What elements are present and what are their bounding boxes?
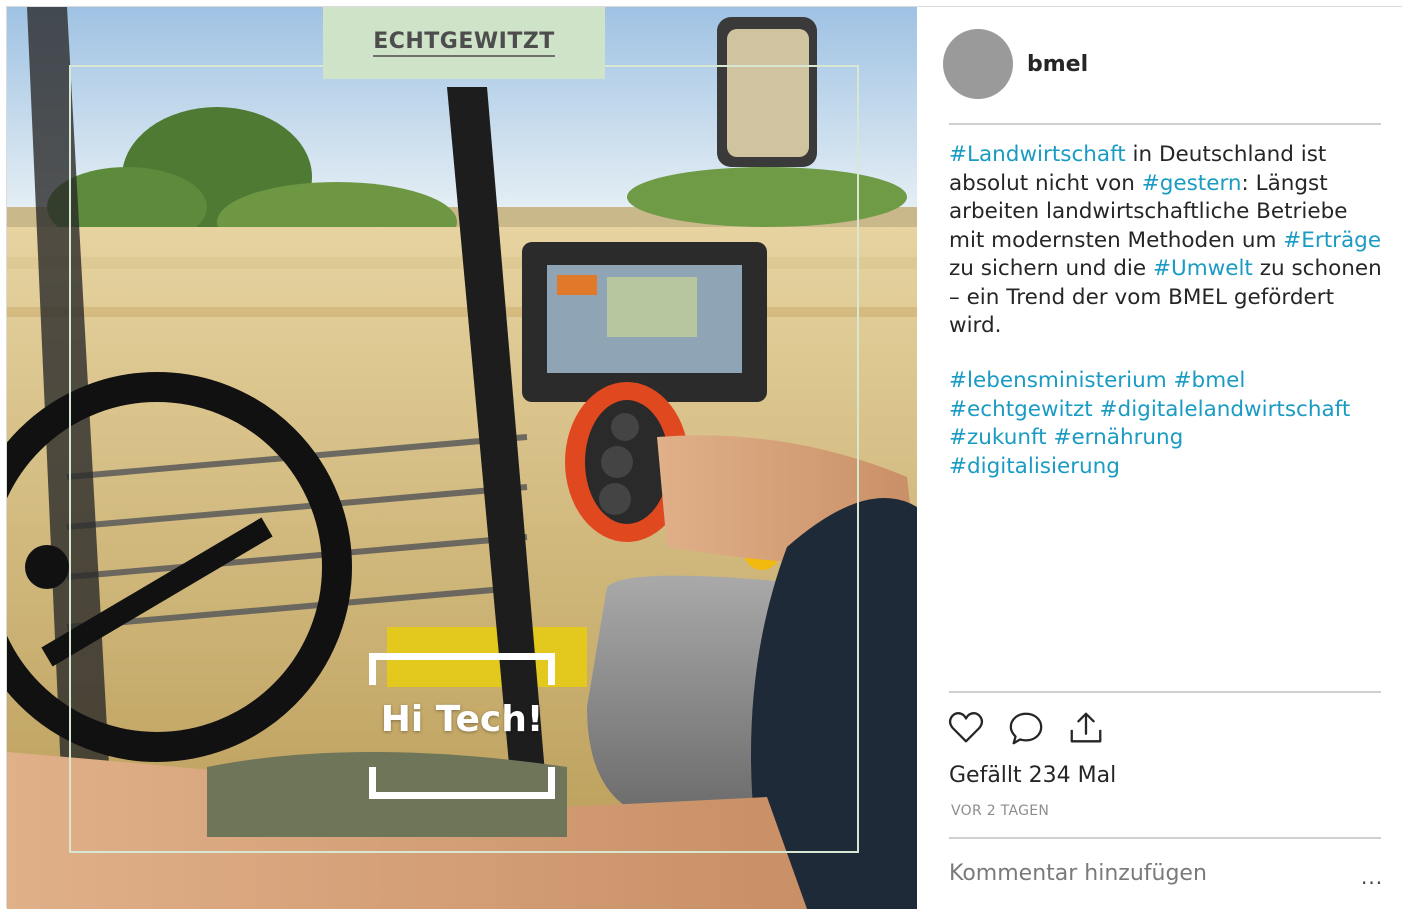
likes-count[interactable]: Gefällt 234 Mal (949, 763, 1116, 788)
brand-tab: ECHTGEWITZT (323, 7, 605, 79)
hashtag-link[interactable]: #ernährung (1053, 425, 1183, 450)
instagram-post: ECHTGEWITZT Hi Tech! bmel #Landwirtschaf… (6, 6, 1403, 909)
hashtag-link[interactable]: #digitalelandwirtschaft (1100, 397, 1351, 422)
avatar[interactable] (943, 29, 1013, 99)
hashtag-link[interactable]: #lebensministerium (949, 368, 1167, 393)
share-icon[interactable] (1067, 709, 1105, 747)
comment-icon[interactable] (1007, 709, 1045, 747)
post-image[interactable]: ECHTGEWITZT Hi Tech! (7, 7, 917, 909)
hashtag-link[interactable]: #digitalisierung (949, 454, 1120, 479)
actions-divider (949, 691, 1381, 693)
hashtag-link[interactable]: #bmel (1174, 368, 1246, 393)
username[interactable]: bmel (1027, 52, 1088, 77)
bracket-bottom (369, 767, 555, 799)
more-options-button[interactable]: ... (1361, 865, 1383, 889)
bracket-top (369, 653, 555, 685)
hashtag-link[interactable]: #Landwirtschaft (949, 142, 1126, 167)
action-bar (947, 709, 1105, 747)
hashtag-link[interactable]: #zukunft (949, 425, 1047, 450)
post-side-panel: bmel #Landwirtschaft in Deutschland ist … (917, 7, 1403, 909)
hashtag-link[interactable]: #gestern (1142, 171, 1242, 196)
header-divider (949, 123, 1381, 125)
hashtag-link[interactable]: #echtgewitzt (949, 397, 1093, 422)
hashtag-list: #lebensministerium #bmel #echtgewitzt #d… (949, 367, 1389, 481)
post-header: bmel (943, 29, 1088, 99)
hashtag-link[interactable]: #Umwelt (1153, 256, 1253, 281)
hashtag-link[interactable]: #Erträge (1283, 228, 1381, 253)
post-time: VOR 2 TAGEN (951, 803, 1050, 819)
post-caption: #Landwirtschaft in Deutschland ist absol… (949, 141, 1389, 341)
caption-text: zu sichern und die (949, 256, 1153, 281)
comment-input[interactable]: Kommentar hinzufügen (949, 861, 1207, 886)
hi-tech-overlay: Hi Tech! (369, 653, 555, 799)
heart-icon[interactable] (947, 709, 985, 747)
hi-tech-label: Hi Tech! (380, 699, 544, 740)
comment-divider (949, 837, 1381, 839)
brand-tab-label: ECHTGEWITZT (373, 29, 555, 57)
